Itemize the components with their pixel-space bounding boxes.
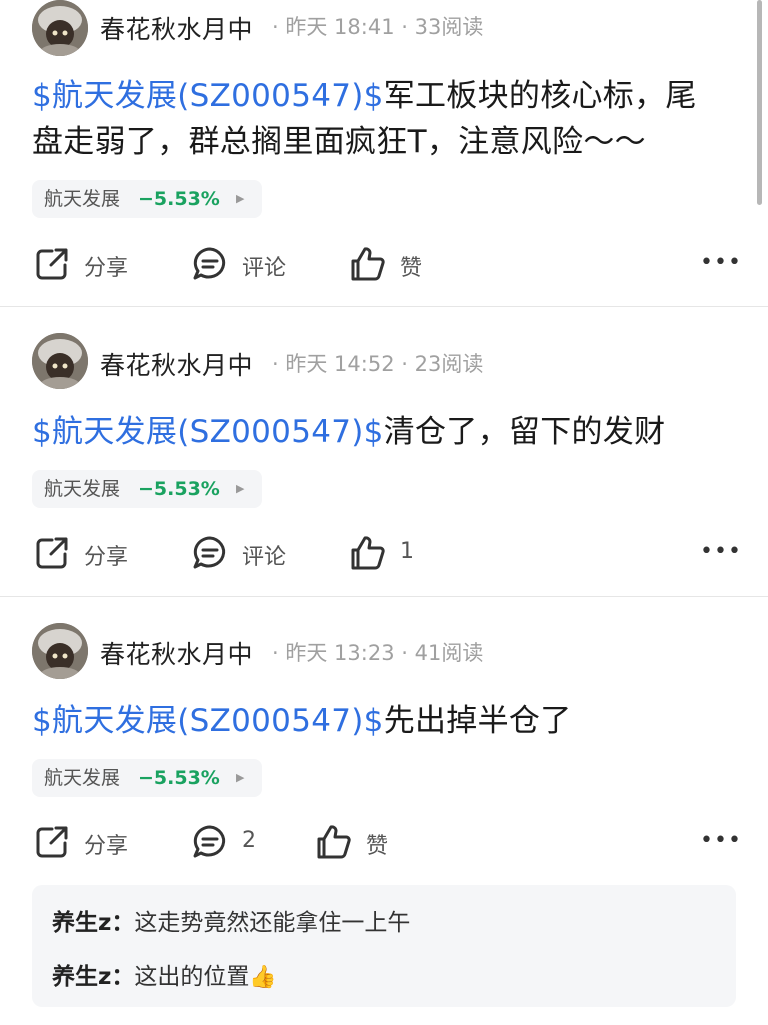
stock-chip-name: 航天发展 — [44, 767, 121, 789]
comment-button[interactable]: 评论 — [192, 533, 302, 573]
post-meta: · 昨天 18:41 · 33阅读 — [272, 15, 484, 39]
thumbs-up-icon — [317, 825, 351, 859]
thumbs-up-emoji: 👍 — [249, 965, 277, 990]
like-button[interactable]: 赞 — [316, 822, 416, 862]
like-count: 1 — [400, 539, 414, 564]
avatar[interactable] — [32, 0, 88, 56]
thumbs-up-icon — [351, 536, 385, 570]
comment-item[interactable]: 养生z：这出的位置👍 — [52, 957, 277, 991]
like-button[interactable]: 1 — [350, 533, 450, 573]
chevron-right-icon: ▶ — [236, 771, 245, 784]
post-time: 昨天 18:41 — [285, 15, 395, 39]
like-button[interactable]: 赞 — [350, 244, 450, 284]
comment-list: 养生z：这走势竟然还能拿住一上午 养生z：这出的位置👍 — [32, 885, 736, 1007]
stock-link[interactable]: $航天发展(SZ000547)$ — [32, 78, 384, 114]
chevron-right-icon: ▶ — [236, 482, 245, 495]
comment-button[interactable]: 2 — [192, 822, 282, 862]
comment-item[interactable]: 养生z：这走势竟然还能拿住一上午 — [52, 903, 410, 937]
comment-user[interactable]: 养生z： — [52, 964, 134, 990]
comment-label: 评论 — [242, 256, 287, 281]
comment-icon — [193, 247, 226, 280]
share-label: 分享 — [84, 834, 129, 859]
post-text-line1: 军工板块的核心标，尾 — [383, 78, 697, 114]
thumbs-up-icon — [351, 247, 385, 281]
stock-link[interactable]: $航天发展(SZ000547)$ — [32, 703, 384, 739]
more-icon[interactable]: ••• — [700, 250, 742, 275]
comment-button[interactable]: 评论 — [192, 244, 302, 284]
avatar[interactable] — [32, 333, 88, 389]
post-content[interactable]: $航天发展(SZ000547)$军工板块的核心标，尾 盘走弱了，群总搁里面疯狂T… — [32, 73, 732, 165]
post-time: 昨天 14:52 — [285, 352, 395, 376]
post-text-line2: 盘走弱了，群总搁里面疯狂T，注意风险～～ — [32, 124, 646, 160]
comment-user[interactable]: 养生z： — [52, 910, 134, 936]
post-meta: · 昨天 13:23 · 41阅读 — [272, 641, 484, 665]
avatar[interactable] — [32, 623, 88, 679]
stock-chip-name: 航天发展 — [44, 478, 121, 500]
comment-icon — [193, 825, 226, 858]
stock-chip[interactable]: 航天发展 −5.53% ▶ — [32, 470, 262, 508]
post-content[interactable]: $航天发展(SZ000547)$清仓了，留下的发财 — [32, 409, 732, 455]
more-icon[interactable]: ••• — [700, 539, 742, 564]
post-text: 清仓了，留下的发财 — [383, 414, 666, 450]
share-icon — [36, 248, 68, 280]
chevron-right-icon: ▶ — [236, 192, 245, 205]
comment-label: 评论 — [242, 545, 287, 570]
post-time: 昨天 13:23 — [285, 641, 395, 665]
stock-chip-change: −5.53% — [138, 188, 220, 210]
author-name[interactable]: 春花秋水月中 — [100, 10, 253, 46]
comment-count: 2 — [242, 828, 256, 853]
stock-link[interactable]: $航天发展(SZ000547)$ — [32, 414, 384, 450]
stock-chip[interactable]: 航天发展 −5.53% ▶ — [32, 180, 262, 218]
share-icon — [36, 537, 68, 569]
post-text: 先出掉半仓了 — [383, 703, 572, 739]
post: 春花秋水月中 · 昨天 14:52 · 23阅读 $航天发展(SZ000547)… — [0, 307, 768, 597]
author-name[interactable]: 春花秋水月中 — [100, 635, 253, 671]
comment-icon — [193, 536, 226, 569]
more-icon[interactable]: ••• — [700, 828, 742, 853]
stock-chip-change: −5.53% — [138, 478, 220, 500]
like-label: 赞 — [400, 256, 423, 281]
read-count: 23阅读 — [414, 352, 484, 376]
post: 春花秋水月中 · 昨天 18:41 · 33阅读 $航天发展(SZ000547)… — [0, 0, 768, 307]
stock-chip-change: −5.53% — [138, 767, 220, 789]
share-icon — [36, 826, 68, 858]
share-label: 分享 — [84, 545, 129, 570]
read-count: 41阅读 — [414, 641, 484, 665]
read-count: 33阅读 — [414, 15, 484, 39]
post-content[interactable]: $航天发展(SZ000547)$先出掉半仓了 — [32, 698, 732, 744]
stock-chip-name: 航天发展 — [44, 188, 121, 210]
share-button[interactable]: 分享 — [34, 533, 144, 573]
share-button[interactable]: 分享 — [34, 822, 144, 862]
stock-chip[interactable]: 航天发展 −5.53% ▶ — [32, 759, 262, 797]
like-label: 赞 — [366, 834, 389, 859]
comment-text: 这走势竟然还能拿住一上午 — [134, 910, 411, 936]
share-label: 分享 — [84, 256, 129, 281]
post-meta: · 昨天 14:52 · 23阅读 — [272, 352, 484, 376]
share-button[interactable]: 分享 — [34, 244, 144, 284]
comment-text: 这出的位置 — [134, 964, 250, 990]
author-name[interactable]: 春花秋水月中 — [100, 346, 253, 382]
